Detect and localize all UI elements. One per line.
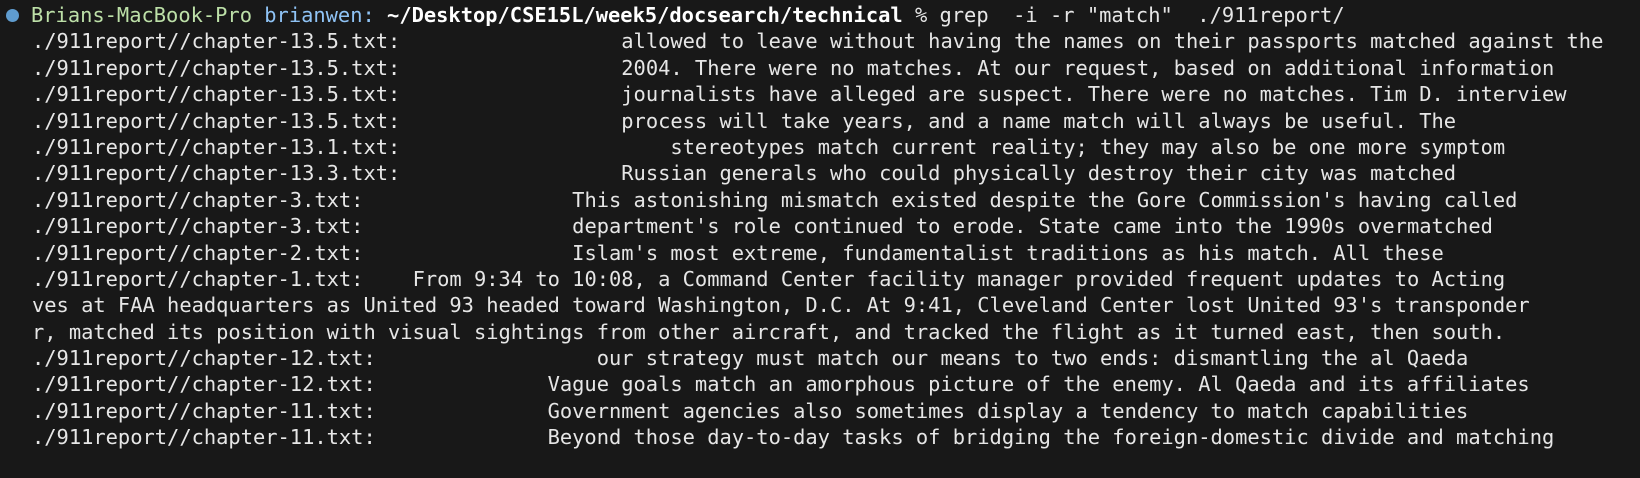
output-file-path: ./911report//chapter-13.5.txt:	[32, 55, 401, 80]
output-match-text: Government agencies also sometimes displ…	[375, 398, 1469, 423]
output-line: ./911report//chapter-3.txt: This astonis…	[0, 187, 1640, 213]
output-line: r, matched its position with visual sigh…	[0, 319, 1640, 345]
prompt-symbol: %	[914, 3, 928, 27]
output-file-path: ./911report//chapter-13.5.txt:	[32, 82, 401, 107]
output-line: ./911report//chapter-12.txt: Vague goals…	[0, 371, 1640, 397]
output-file-path: ./911report//chapter-13.5.txt:	[32, 108, 401, 133]
output-line: ./911report//chapter-13.5.txt: process w…	[0, 108, 1640, 134]
output-match-text: stereotypes match current reality; they …	[400, 134, 1506, 159]
output-match-text: Russian generals who could physically de…	[400, 161, 1457, 186]
output-match-text: From 9:34 to 10:08, a Command Center fac…	[363, 266, 1506, 291]
output-line: ./911report//chapter-13.5.txt: 2004. The…	[0, 55, 1640, 81]
blue-dot-icon	[6, 9, 19, 22]
output-file-path: ./911report//chapter-13.1.txt:	[32, 134, 401, 159]
output-line: ./911report//chapter-13.1.txt: stereotyp…	[0, 134, 1640, 160]
output-line: ./911report//chapter-13.3.txt: Russian g…	[0, 160, 1640, 186]
prompt-line: Brians-MacBook-Pro brianwen: ~/Desktop/C…	[0, 2, 1640, 28]
output-file-path: ./911report//chapter-3.txt:	[32, 214, 364, 239]
output-file-path: ./911report//chapter-13.3.txt:	[32, 161, 401, 186]
output-line: ./911report//chapter-2.txt: Islam's most…	[0, 240, 1640, 266]
output-match-text: Islam's most extreme, fundamentalist tra…	[363, 240, 1444, 265]
output-match-text: department's role continued to erode. St…	[363, 214, 1493, 239]
output-file-path: ./911report//chapter-2.txt:	[32, 240, 364, 265]
output-file-path: ./911report//chapter-3.txt:	[32, 187, 364, 212]
prompt-path: ~/Desktop/CSE15L/week5/docsearch/technic…	[387, 3, 903, 27]
output-line: ./911report//chapter-3.txt: department's…	[0, 213, 1640, 239]
output-file-path: ./911report//chapter-12.txt:	[32, 372, 376, 397]
output-match-text: process will take years, and a name matc…	[400, 108, 1457, 133]
terminal-window[interactable]: Brians-MacBook-Pro brianwen: ~/Desktop/C…	[0, 0, 1640, 478]
output-file-path: ./911report//chapter-11.txt:	[32, 425, 376, 450]
output-match-text: journalists have alleged are suspect. Th…	[400, 82, 1567, 107]
output-match-text: This astonishing mismatch existed despit…	[363, 187, 1518, 212]
output-line: ./911report//chapter-12.txt: our strateg…	[0, 345, 1640, 371]
command-text: grep -i -r "match" ./911report/	[939, 3, 1345, 27]
output-line: ./911report//chapter-11.txt: Beyond thos…	[0, 424, 1640, 450]
output-match-text: allowed to leave without having the name…	[400, 29, 1604, 54]
output-match-text: r, matched its position with visual sigh…	[32, 319, 1506, 344]
output-file-path: ./911report//chapter-1.txt:	[32, 266, 364, 291]
output-file-path: ./911report//chapter-11.txt:	[32, 398, 376, 423]
output-line: ./911report//chapter-13.5.txt: journalis…	[0, 81, 1640, 107]
output-line: ves at FAA headquarters as United 93 hea…	[0, 292, 1640, 318]
prompt-host: Brians-MacBook-Pro	[31, 3, 252, 27]
output-match-text: 2004. There were no matches. At our requ…	[400, 55, 1555, 80]
output-line: ./911report//chapter-1.txt: From 9:34 to…	[0, 266, 1640, 292]
output-file-path: ./911report//chapter-13.5.txt:	[32, 29, 401, 54]
output-file-path: ./911report//chapter-12.txt:	[32, 346, 376, 371]
output-match-text: Beyond those day-to-day tasks of bridgin…	[375, 425, 1555, 450]
output-match-text: our strategy must match our means to two…	[375, 346, 1469, 371]
output-line: ./911report//chapter-11.txt: Government …	[0, 398, 1640, 424]
grep-output: ./911report//chapter-13.5.txt: allowed t…	[0, 28, 1640, 450]
prompt-user: brianwen:	[264, 3, 375, 27]
output-match-text: ves at FAA headquarters as United 93 hea…	[32, 293, 1530, 318]
output-match-text: Vague goals match an amorphous picture o…	[375, 372, 1530, 397]
output-line: ./911report//chapter-13.5.txt: allowed t…	[0, 28, 1640, 54]
